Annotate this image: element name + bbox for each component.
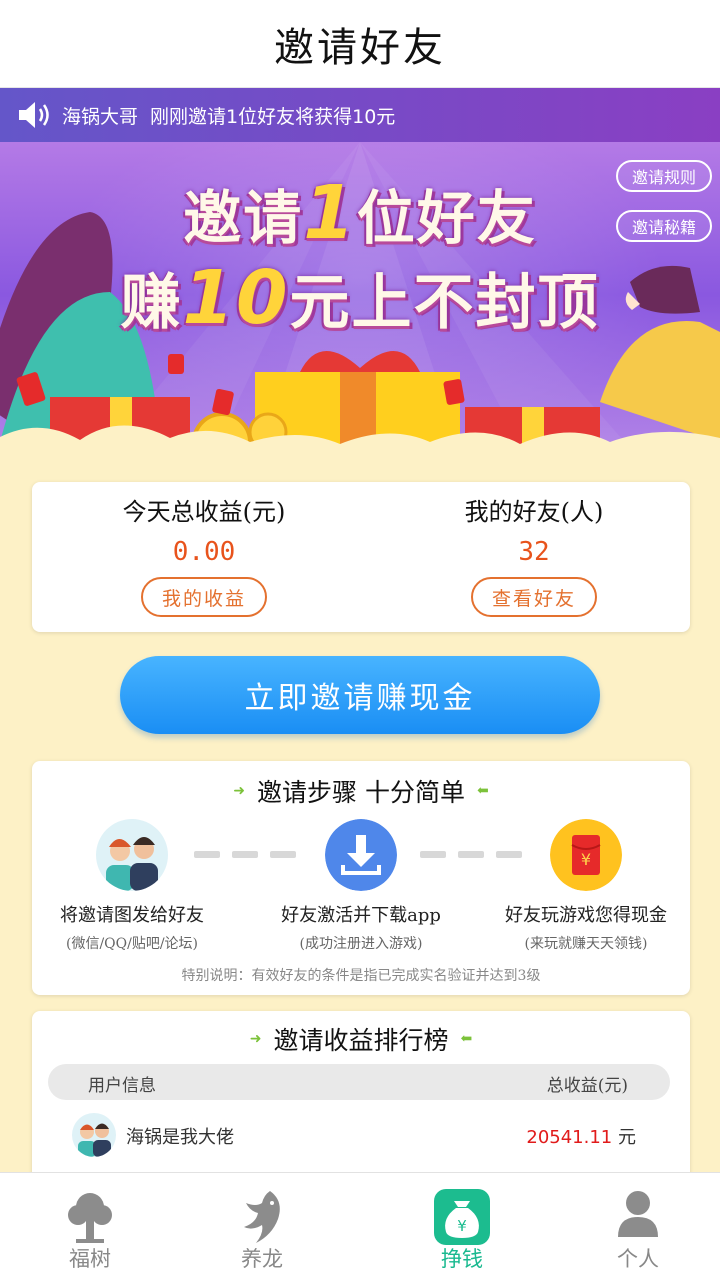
tab-label: 挣钱	[441, 1247, 483, 1271]
tab-label: 福树	[69, 1247, 111, 1271]
banner-headline-1: 邀请1位好友	[183, 170, 537, 256]
invite-steps-card: ➜ 邀请步骤 十分简单 ⬅ 将邀请图发给好友 (微信/QQ/贴吧/论坛) 好友激…	[32, 761, 690, 995]
arrow-left-icon: ⬅	[476, 783, 489, 799]
tab-label: 个人	[617, 1247, 659, 1271]
invite-secrets-button[interactable]: 邀请秘籍	[615, 210, 712, 242]
banner-headline-2: 赚10元上不封顶	[120, 255, 600, 341]
tree-icon	[68, 1193, 112, 1243]
step-3-title: 好友玩游戏您得现金	[505, 905, 667, 926]
avatar	[72, 1113, 116, 1157]
notice-username: 海锅大哥	[62, 105, 139, 128]
red-envelope-icon: ¥	[550, 819, 622, 891]
tab-personal[interactable]: 个人	[548, 1173, 720, 1280]
step-1-sub: (微信/QQ/贴吧/论坛)	[65, 936, 199, 952]
ranking-username: 海锅是我大佬	[126, 1127, 234, 1148]
svg-text:¥: ¥	[581, 850, 591, 869]
ranking-card: ➜ 邀请收益排行榜 ⬅ 用户信息 总收益(元) 海锅是我大佬 20541.11 …	[32, 1011, 690, 1181]
banner-num-10: 10	[182, 255, 290, 341]
ranking-amount: 20541.11 元	[526, 1123, 636, 1149]
invite-banner: 邀请1位好友 赚10元上不封顶 邀请规则 邀请秘籍	[0, 142, 720, 482]
notice-bar: 海锅大哥 刚刚邀请1位好友将获得10元	[0, 88, 720, 142]
ranking-row: 海锅是我大佬 20541.11 元	[72, 1111, 642, 1159]
step-2-sub: (成功注册进入游戏)	[299, 936, 423, 952]
step-2: 好友激活并下载app (成功注册进入游戏)	[261, 819, 461, 953]
money-bag-icon: ¥	[434, 1189, 490, 1245]
page-header: 邀请好友	[0, 0, 720, 88]
step-3: ¥ 好友玩游戏您得现金 (来玩就赚天天领钱)	[486, 819, 686, 953]
speaker-icon	[19, 102, 49, 128]
step-1: 将邀请图发给好友 (微信/QQ/贴吧/论坛)	[32, 819, 232, 953]
dragon-icon	[244, 1191, 280, 1243]
download-icon	[325, 819, 397, 891]
tab-earn-money[interactable]: ¥ 挣钱	[372, 1173, 552, 1280]
stats-card: 今天总收益(元) 0.00 我的收益 我的好友(人) 32 查看好友	[32, 482, 690, 632]
arrow-left-icon: ⬅	[460, 1031, 473, 1047]
step-3-sub: (来玩就赚天天领钱)	[524, 936, 648, 952]
ranking-amount-unit: 元	[618, 1127, 636, 1148]
steps-title: ➜ 邀请步骤 十分简单 ⬅	[233, 778, 489, 807]
bottom-tab-bar: 福树 养龙 ¥ 挣钱 个人	[0, 1172, 720, 1280]
invite-rules-button[interactable]: 邀请规则	[615, 160, 712, 192]
step-2-title: 好友激活并下载app	[281, 905, 441, 926]
arrow-right-icon: ➜	[233, 783, 246, 799]
invite-cash-button[interactable]: 立即邀请赚现金	[120, 656, 600, 734]
income-stat: 今天总收益(元) 0.00 我的收益	[64, 492, 344, 617]
income-label: 今天总收益(元)	[122, 498, 286, 526]
my-income-button[interactable]: 我的收益	[141, 577, 267, 617]
tab-raise-dragon[interactable]: 养龙	[172, 1173, 352, 1280]
person-icon	[618, 1191, 658, 1237]
step-1-title: 将邀请图发给好友	[60, 905, 204, 926]
banner-num-1: 1	[303, 170, 357, 256]
steps-note: 特别说明：有效好友的条件是指已完成实名验证并达到3级	[181, 968, 541, 984]
ranking-amount-value: 20541.11	[526, 1127, 613, 1148]
income-value: 0.00	[172, 537, 236, 567]
notice-message: 刚刚邀请1位好友将获得10元	[150, 105, 396, 128]
view-friends-button[interactable]: 查看好友	[471, 577, 597, 617]
tab-label: 养龙	[241, 1247, 283, 1271]
friends-value: 32	[518, 537, 550, 567]
page-title: 邀请好友	[274, 24, 446, 71]
ranking-title: ➜ 邀请收益排行榜 ⬅	[249, 1026, 473, 1055]
ranking-header: 用户信息 总收益(元)	[48, 1064, 670, 1100]
col-user-info: 用户信息	[88, 1076, 156, 1096]
friends-avatar-icon	[96, 819, 168, 891]
col-total-income: 总收益(元)	[546, 1076, 628, 1096]
svg-text:¥: ¥	[457, 1217, 467, 1235]
arrow-right-icon: ➜	[249, 1031, 262, 1047]
friends-stat: 我的好友(人) 32 查看好友	[394, 492, 674, 617]
tab-fortune-tree[interactable]: 福树	[0, 1173, 180, 1280]
friends-label: 我的好友(人)	[464, 498, 604, 526]
